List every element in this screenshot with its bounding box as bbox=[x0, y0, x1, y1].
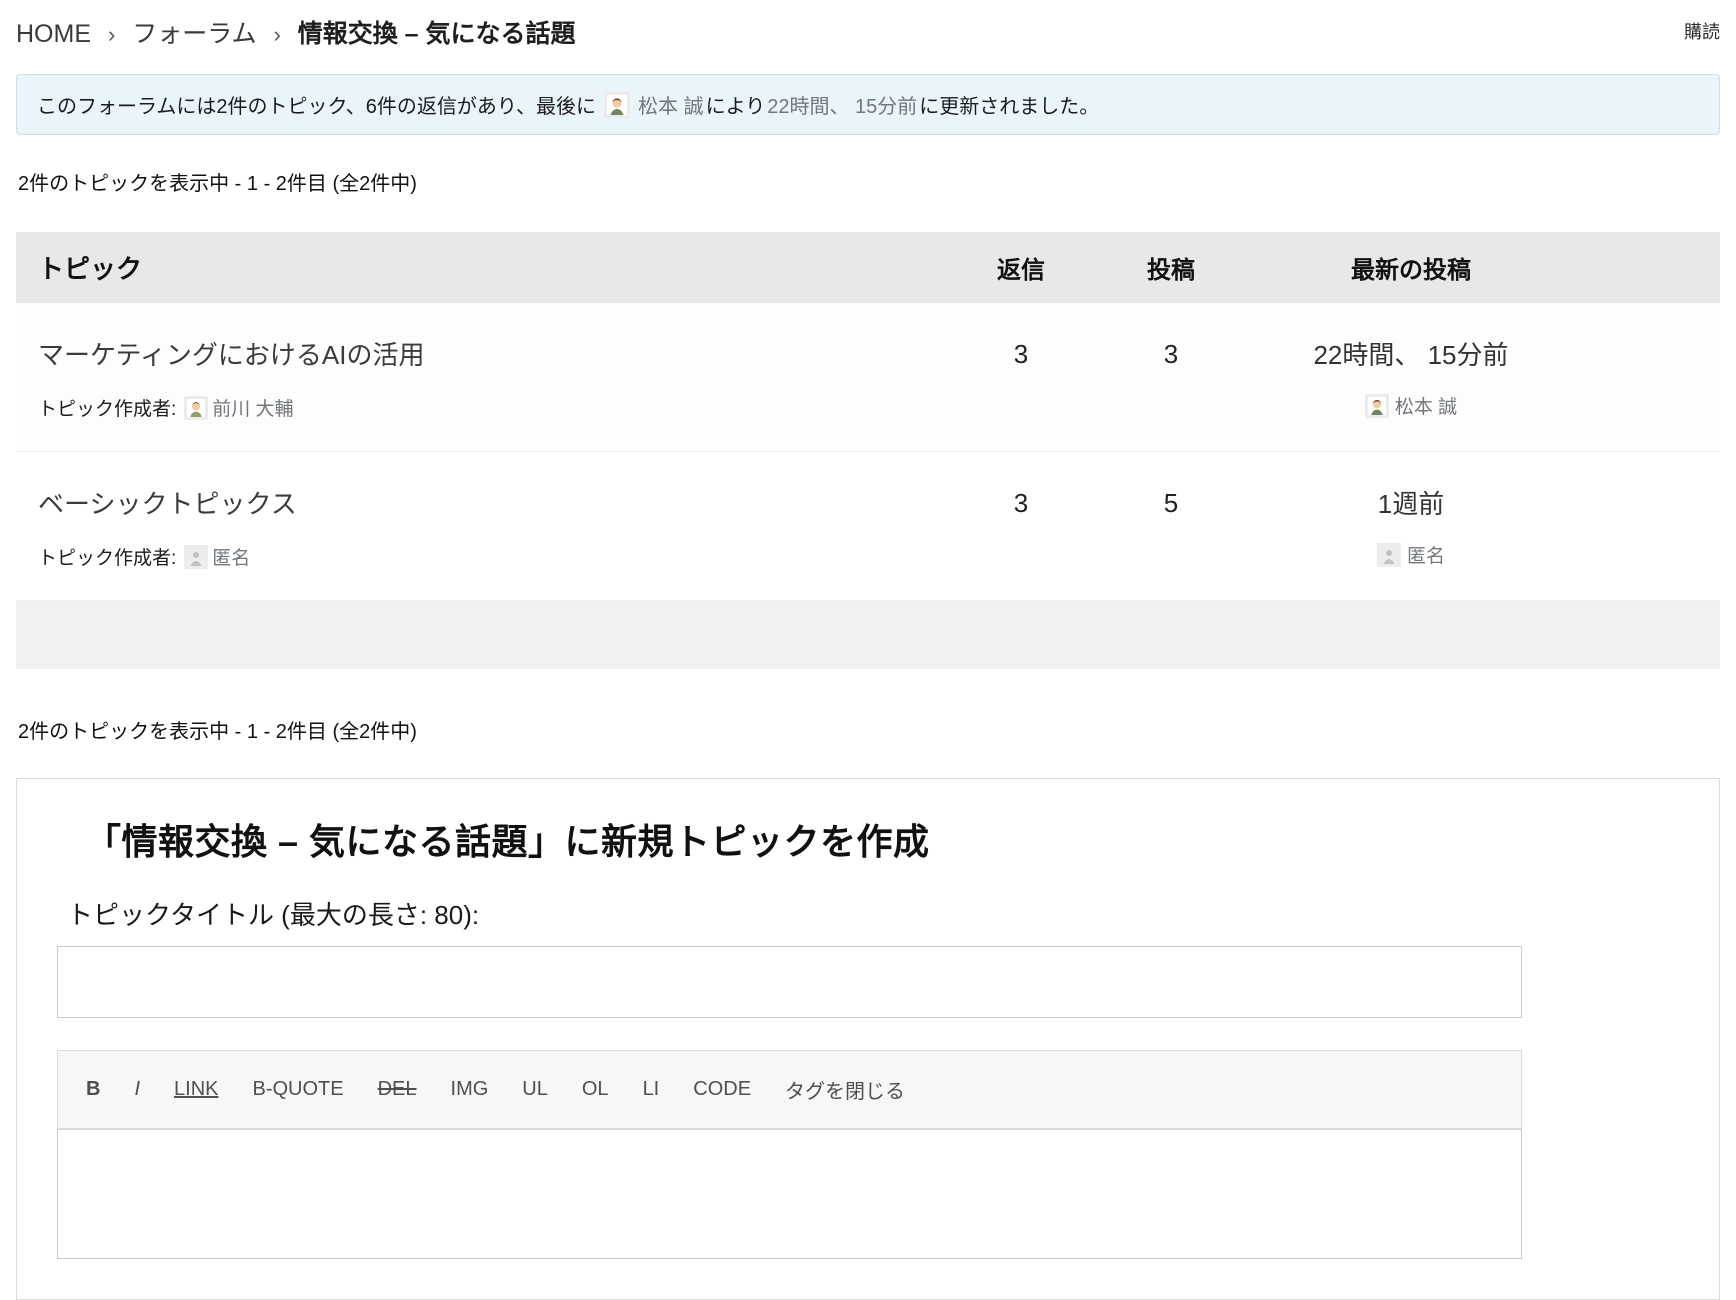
freshness-author-link[interactable]: 松本 誠 bbox=[1395, 392, 1457, 419]
subscribe-link[interactable]: 購読 bbox=[1684, 18, 1720, 44]
unordered-list-button[interactable]: UL bbox=[516, 1076, 554, 1103]
topic-author-link[interactable]: 前川 大輔 bbox=[212, 394, 293, 421]
freshness-author-line: 匿名 bbox=[1246, 541, 1576, 568]
user-avatar-icon bbox=[1365, 394, 1389, 418]
blockquote-button[interactable]: B-QUOTE bbox=[246, 1076, 349, 1103]
link-button[interactable]: LINK bbox=[168, 1076, 224, 1103]
column-header-topic: トピック bbox=[16, 249, 946, 286]
close-tags-button[interactable]: タグを閉じる bbox=[779, 1073, 911, 1106]
topic-title-label: トピックタイトル (最大の長さ: 80): bbox=[67, 895, 1679, 932]
topic-title-link[interactable]: マーケティングにおけるAIの活用 bbox=[38, 335, 425, 372]
topic-author-link[interactable]: 匿名 bbox=[212, 543, 250, 570]
freshness-cell: 1週前 匿名 bbox=[1246, 484, 1576, 568]
posts-count: 3 bbox=[1096, 335, 1246, 370]
column-header-freshness: 最新の投稿 bbox=[1246, 250, 1576, 285]
anonymous-avatar-icon bbox=[1377, 543, 1401, 567]
topbar: HOME › フォーラム › 情報交換 – 気になる話題 購読 bbox=[16, 14, 1720, 50]
italic-button[interactable]: I bbox=[128, 1076, 146, 1103]
notice-author-link[interactable]: 松本 誠 bbox=[638, 90, 704, 119]
column-header-replies: 返信 bbox=[946, 250, 1096, 285]
ordered-list-button[interactable]: OL bbox=[576, 1076, 615, 1103]
topic-editor: B I LINK B-QUOTE DEL IMG UL OL LI CODE タ… bbox=[57, 1050, 1522, 1259]
anonymous-avatar-icon bbox=[184, 545, 208, 569]
user-avatar-icon bbox=[604, 92, 630, 118]
freshness-link[interactable]: 22時間、 15分前 bbox=[1313, 340, 1508, 370]
freshness-author-link[interactable]: 匿名 bbox=[1407, 541, 1445, 568]
delete-button[interactable]: DEL bbox=[372, 1076, 423, 1103]
table-header-row: トピック 返信 投稿 最新の投稿 bbox=[16, 232, 1720, 303]
replies-count: 3 bbox=[946, 335, 1096, 370]
topic-author-line: トピック作成者: 匿名 bbox=[38, 543, 946, 570]
column-header-posts: 投稿 bbox=[1096, 250, 1246, 285]
user-avatar-icon bbox=[184, 396, 208, 420]
freshness-author-line: 松本 誠 bbox=[1246, 392, 1576, 419]
image-button[interactable]: IMG bbox=[445, 1076, 495, 1103]
breadcrumb-forums-link[interactable]: フォーラム bbox=[132, 20, 256, 48]
form-title: 「情報交換 – 気になる話題」に新規トピックを作成 bbox=[85, 813, 1679, 865]
posts-count: 5 bbox=[1096, 484, 1246, 519]
breadcrumb-home-link[interactable]: HOME bbox=[16, 20, 91, 48]
breadcrumb-current: 情報交換 – 気になる話題 bbox=[298, 20, 576, 48]
forum-page: HOME › フォーラム › 情報交換 – 気になる話題 購読 このフォーラムに… bbox=[0, 14, 1736, 1300]
topic-author-line: トピック作成者: 前川 大輔 bbox=[38, 394, 946, 421]
notice-freshness-link[interactable]: 22時間、 15分前 bbox=[767, 90, 917, 119]
topic-title-link[interactable]: ベーシックトピックス bbox=[38, 484, 297, 521]
topic-cell: ベーシックトピックス トピック作成者: 匿名 bbox=[16, 484, 946, 570]
table-row: マーケティングにおけるAIの活用 トピック作成者: 前川 大輔 3 3 22時間… bbox=[16, 303, 1720, 452]
topic-content-textarea[interactable] bbox=[57, 1129, 1522, 1259]
freshness-cell: 22時間、 15分前 松本 誠 bbox=[1246, 335, 1576, 419]
list-item-button[interactable]: LI bbox=[637, 1076, 666, 1103]
bold-button[interactable]: B bbox=[80, 1076, 106, 1103]
table-row: ベーシックトピックス トピック作成者: 匿名 3 5 1週前 匿名 bbox=[16, 452, 1720, 601]
notice-text-prefix: このフォーラムには2件のトピック、6件の返信があり、最後に bbox=[37, 90, 596, 119]
new-topic-form: 「情報交換 – 気になる話題」に新規トピックを作成 トピックタイトル (最大の長… bbox=[16, 778, 1720, 1300]
pagination-top: 2件のトピックを表示中 - 1 - 2件目 (全2件中) bbox=[18, 167, 1718, 196]
topic-author-label: トピック作成者: bbox=[38, 543, 176, 570]
breadcrumb: HOME › フォーラム › 情報交換 – 気になる話題 bbox=[16, 14, 576, 50]
notice-text-middle: により bbox=[706, 90, 766, 119]
pagination-bottom: 2件のトピックを表示中 - 1 - 2件目 (全2件中) bbox=[18, 715, 1718, 744]
table-footer-band bbox=[16, 601, 1720, 669]
forum-notice: このフォーラムには2件のトピック、6件の返信があり、最後に 松本 誠 により 2… bbox=[16, 74, 1720, 135]
topic-title-input[interactable] bbox=[57, 946, 1522, 1018]
freshness-link[interactable]: 1週前 bbox=[1378, 489, 1444, 519]
breadcrumb-separator: › bbox=[108, 22, 115, 47]
topic-author-label: トピック作成者: bbox=[38, 394, 176, 421]
notice-text-suffix: に更新されました。 bbox=[919, 90, 1099, 119]
topics-table: トピック 返信 投稿 最新の投稿 マーケティングにおけるAIの活用 トピック作成… bbox=[16, 232, 1720, 669]
replies-count: 3 bbox=[946, 484, 1096, 519]
breadcrumb-separator: › bbox=[273, 22, 280, 47]
code-button[interactable]: CODE bbox=[687, 1076, 757, 1103]
editor-toolbar: B I LINK B-QUOTE DEL IMG UL OL LI CODE タ… bbox=[57, 1050, 1522, 1129]
topic-cell: マーケティングにおけるAIの活用 トピック作成者: 前川 大輔 bbox=[16, 335, 946, 421]
